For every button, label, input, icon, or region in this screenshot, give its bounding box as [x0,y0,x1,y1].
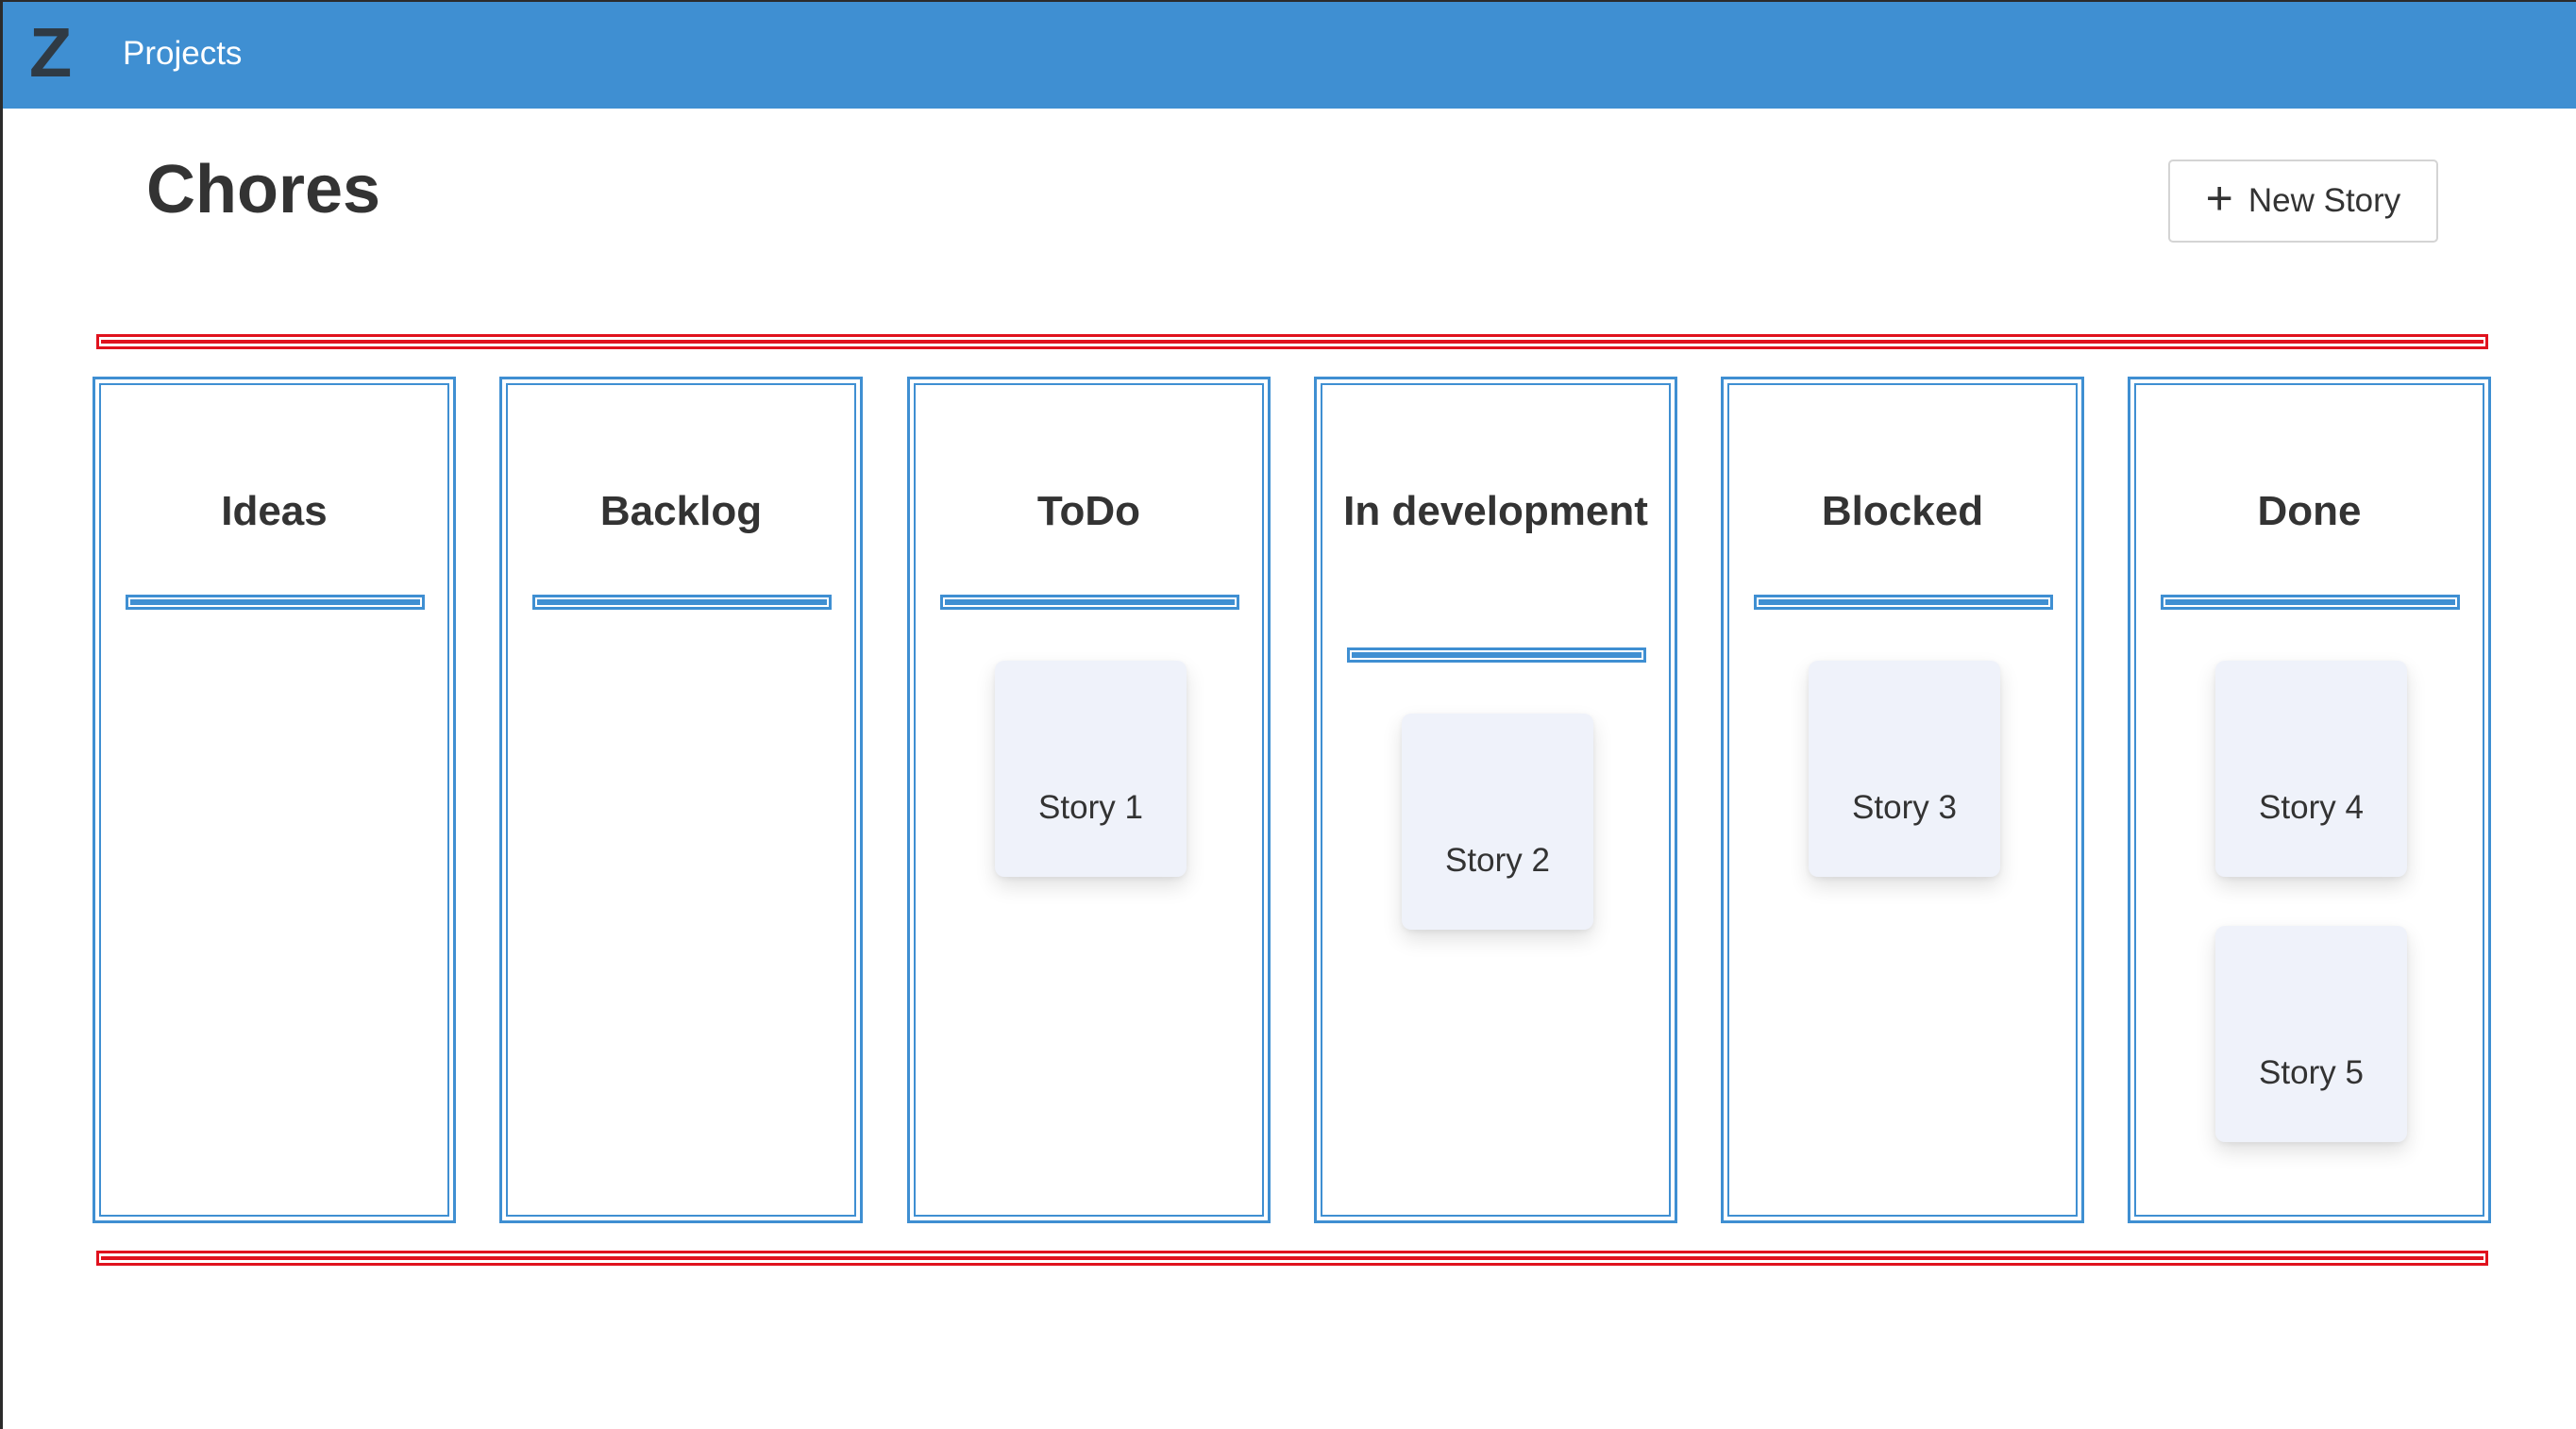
board-drop-zone-top[interactable] [96,334,2488,349]
story-card-title: Story 2 [1445,842,1550,879]
top-navbar: Z Projects [3,0,2576,109]
column-title: In development [1343,488,1648,534]
new-story-button-label: New Story [2248,182,2401,219]
story-card-title: Story 4 [2259,789,2364,826]
column-title: Ideas [221,488,328,534]
column-title: Backlog [599,488,763,534]
column-divider [126,595,425,610]
column-ideas[interactable]: Ideas [93,377,456,1223]
story-card[interactable]: Story 5 [2215,926,2407,1142]
story-card-title: Story 5 [2259,1054,2364,1091]
column-done[interactable]: Done Story 4 Story 5 [2128,377,2491,1223]
column-blocked[interactable]: Blocked Story 3 [1721,377,2084,1223]
story-card-title: Story 3 [1852,789,1957,826]
column-divider [532,595,832,610]
column-title: Blocked [1821,488,1984,534]
column-in-development[interactable]: In development Story 2 [1314,377,1677,1223]
story-card[interactable]: Story 3 [1809,661,2000,877]
story-card[interactable]: Story 4 [2215,661,2407,877]
plus-icon: + [2205,172,2233,225]
story-card-title: Story 1 [1038,789,1143,826]
brand-logo[interactable]: Z [29,13,72,92]
story-card[interactable]: Story 2 [1402,714,1593,930]
nav-link-projects[interactable]: Projects [123,35,242,73]
board-drop-zone-bottom[interactable] [96,1251,2488,1266]
column-todo[interactable]: ToDo Story 1 [907,377,1271,1223]
column-divider [940,595,1239,610]
column-divider [2161,595,2460,610]
column-title: ToDo [1036,488,1141,534]
app-window: Z Projects Chores + New Story Ideas Back… [0,0,2576,1429]
page-title: Chores [146,152,381,227]
column-backlog[interactable]: Backlog [499,377,863,1223]
column-divider [1347,647,1646,663]
column-divider [1754,595,2053,610]
column-title: Done [2257,488,2362,534]
new-story-button[interactable]: + New Story [2168,160,2438,243]
story-card[interactable]: Story 1 [995,661,1187,877]
